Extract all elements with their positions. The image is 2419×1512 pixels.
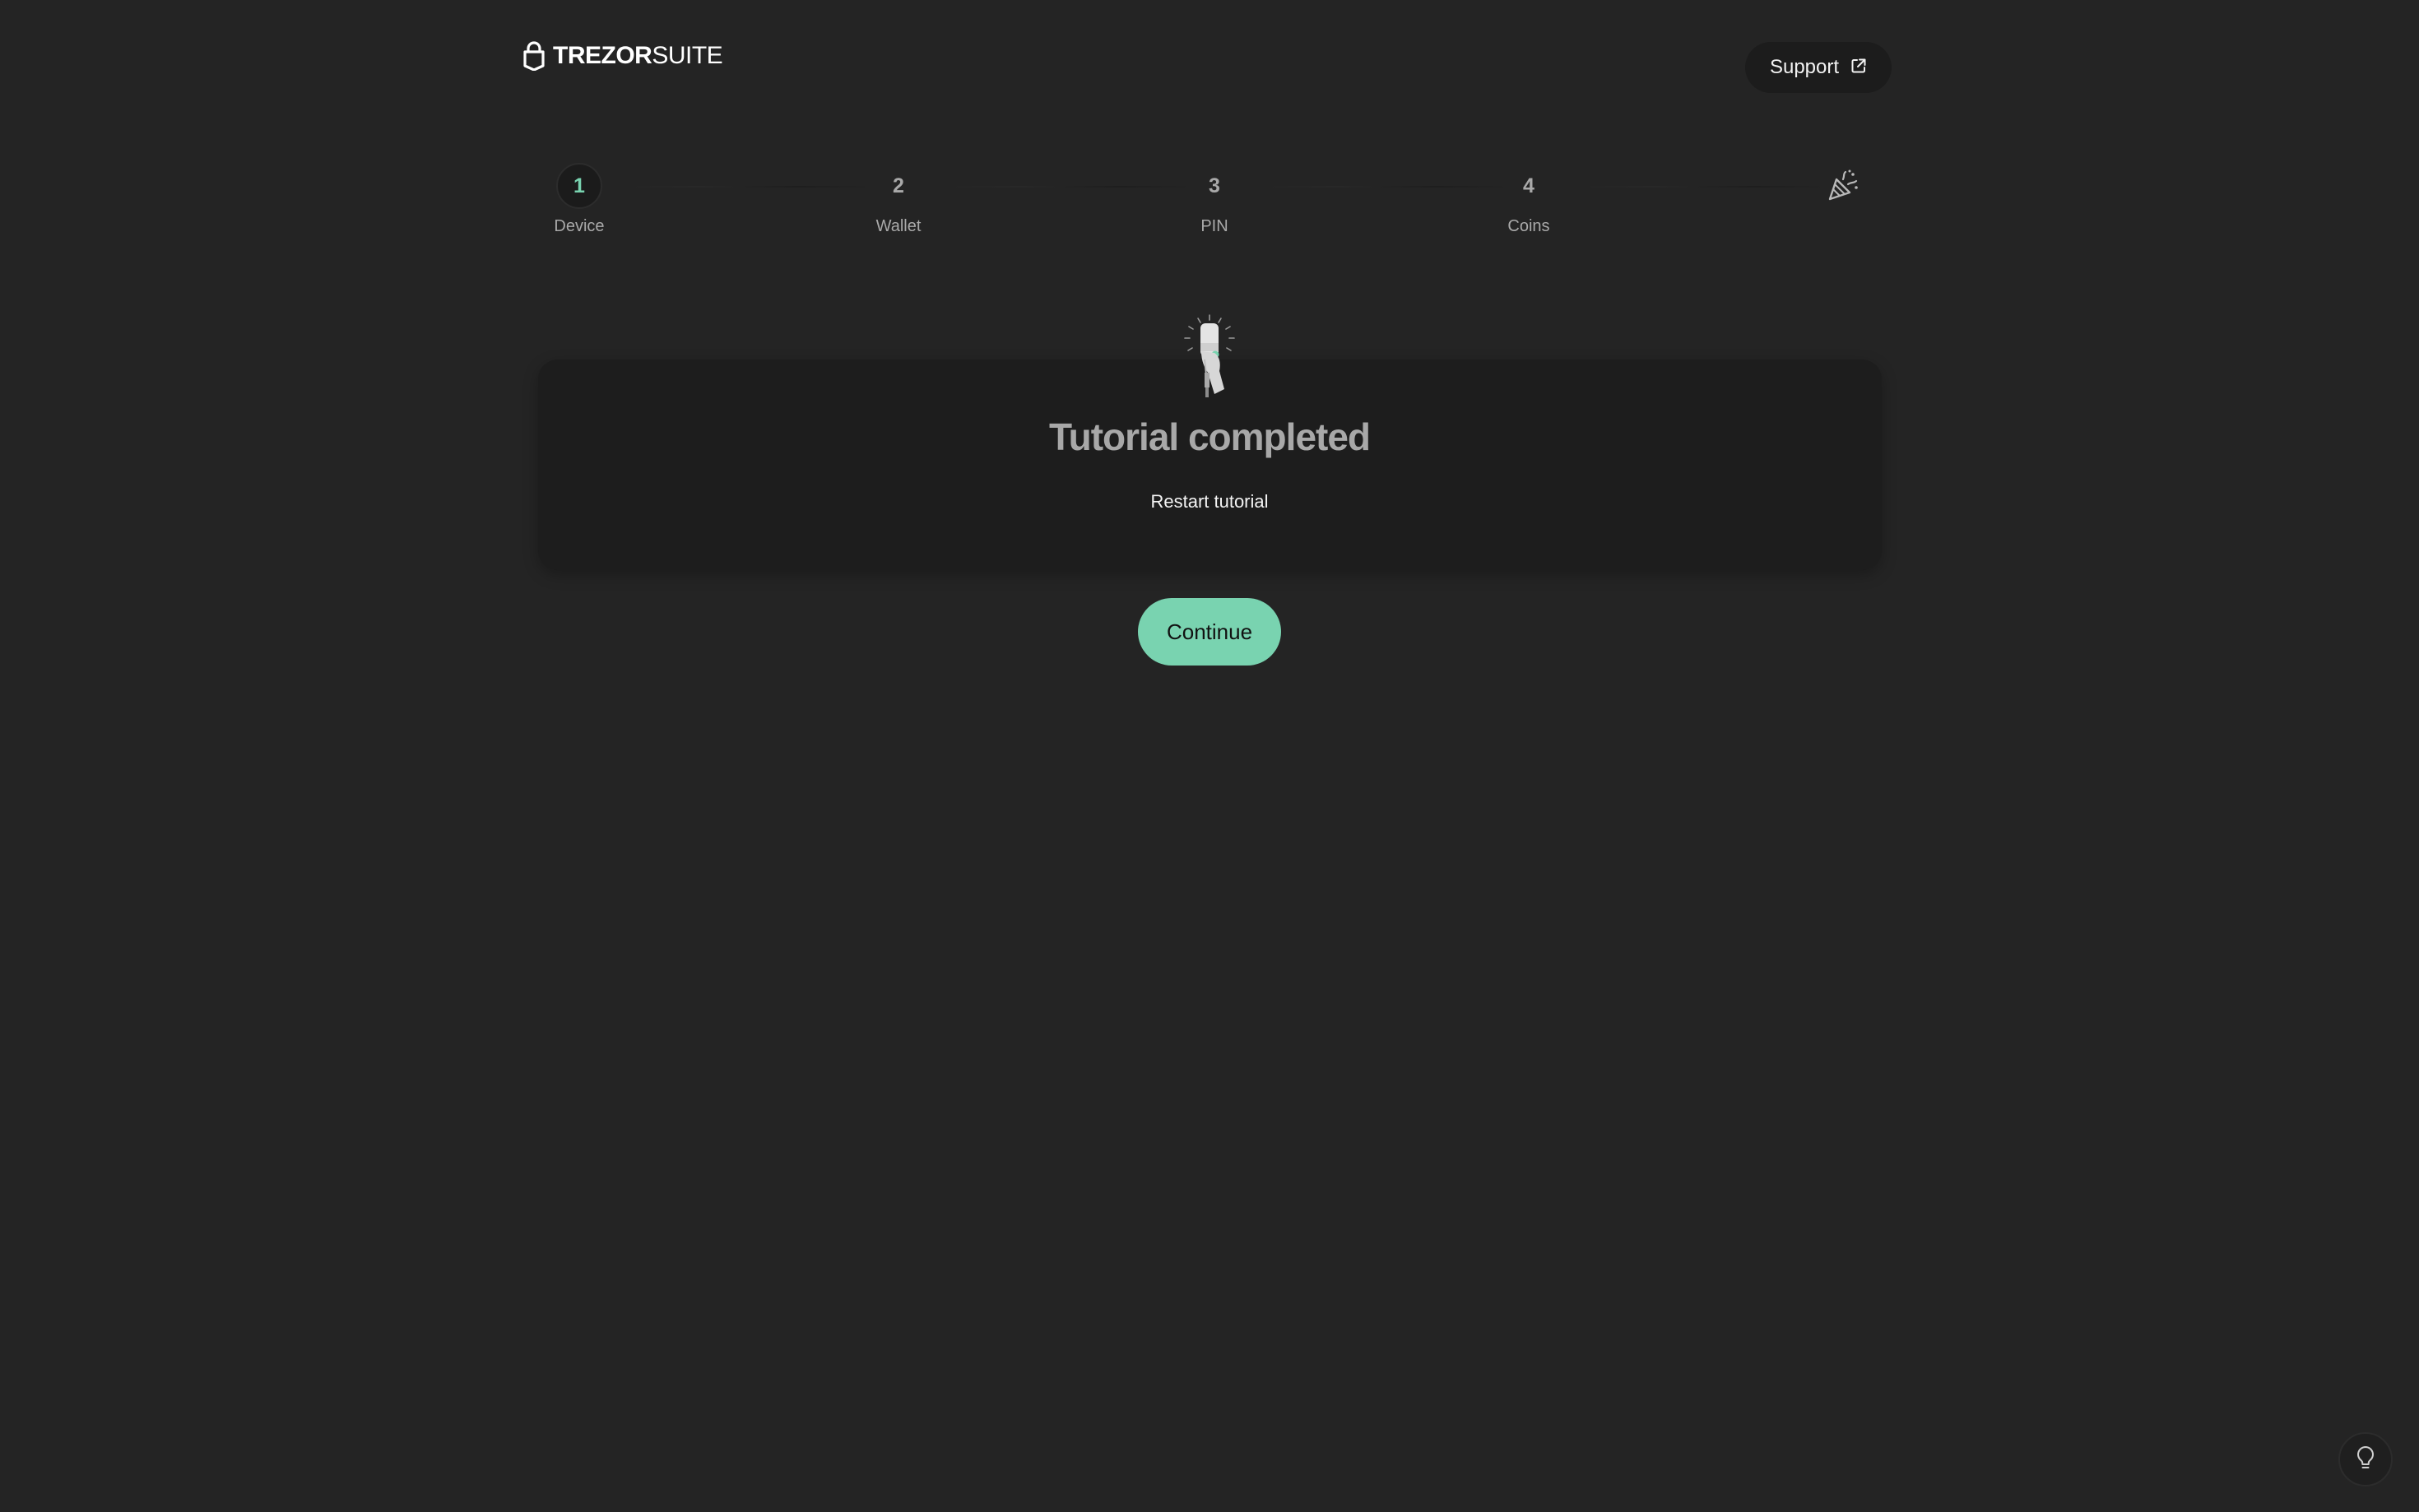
step-label: Coins bbox=[1507, 217, 1550, 235]
step-device: 1 Device bbox=[513, 0, 645, 236]
step-label: Wallet bbox=[875, 217, 922, 235]
continue-button[interactable]: Continue bbox=[1138, 598, 1281, 666]
step-number: 1 bbox=[556, 163, 602, 209]
onboarding-screen: TREZORSUITE Support 1 Device 2 Wallet 3 … bbox=[0, 0, 2419, 1512]
step-connector bbox=[1580, 186, 1827, 188]
lightbulb-icon bbox=[2355, 1445, 2376, 1474]
step-number: 3 bbox=[1209, 174, 1220, 197]
tips-button[interactable] bbox=[2338, 1432, 2393, 1486]
restart-tutorial-link[interactable]: Restart tutorial bbox=[1127, 491, 1292, 513]
step-pin: 3 PIN bbox=[1149, 0, 1280, 236]
step-label: Device bbox=[554, 217, 605, 235]
hand-holding-device-icon bbox=[1177, 313, 1242, 402]
step-number: 4 bbox=[1523, 174, 1535, 197]
step-wallet: 2 Wallet bbox=[833, 0, 964, 236]
party-popper-icon bbox=[1825, 168, 1861, 204]
onboarding-stepper: 1 Device 2 Wallet 3 PIN 4 Coins bbox=[0, 0, 2419, 263]
tutorial-title: Tutorial completed bbox=[1048, 415, 1371, 458]
step-label: PIN bbox=[1200, 217, 1228, 235]
step-coins: 4 Coins bbox=[1463, 0, 1595, 236]
step-number: 2 bbox=[893, 174, 904, 197]
